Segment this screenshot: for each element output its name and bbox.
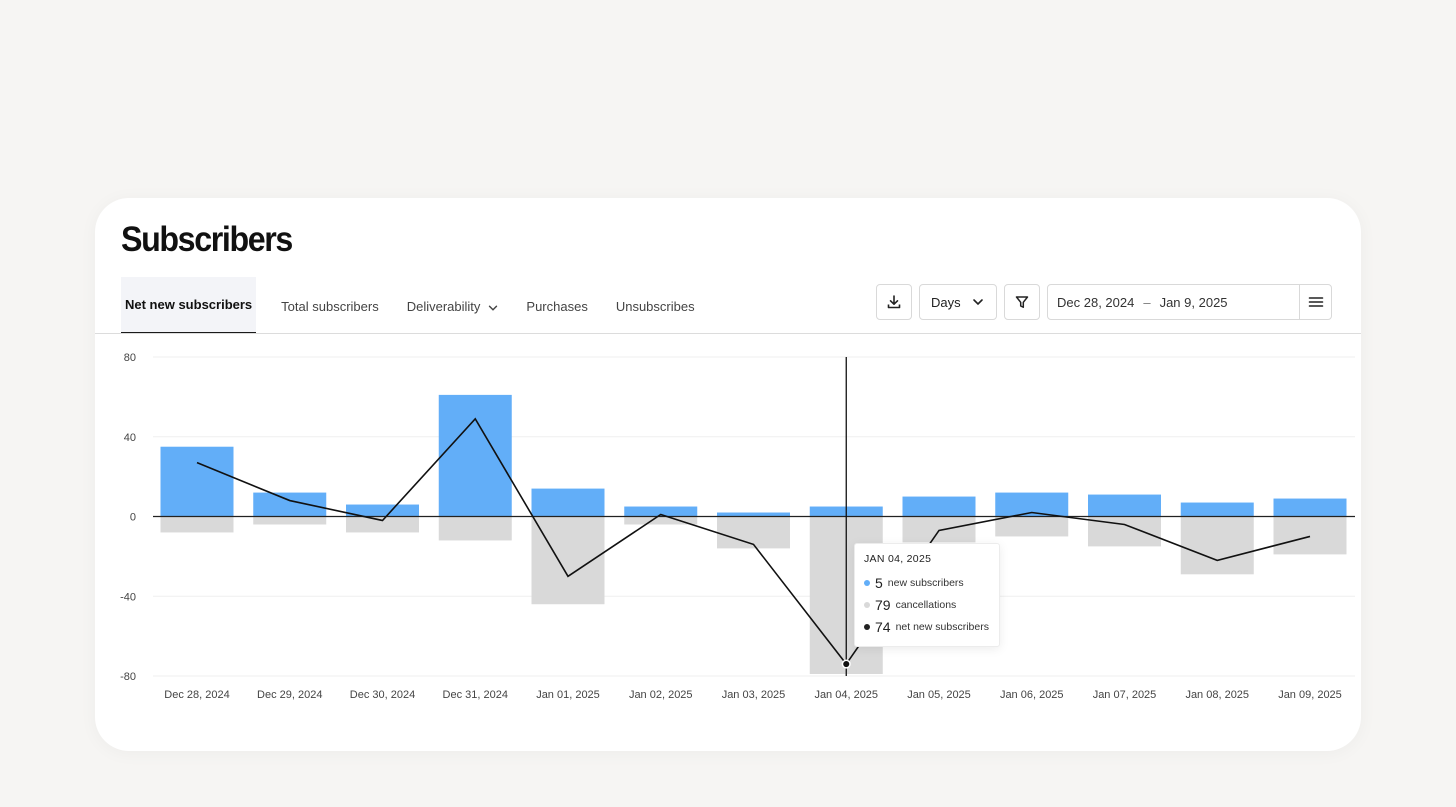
bar-new-subscribers <box>531 488 605 517</box>
bar-cancellations <box>253 516 327 525</box>
tooltip-row-new: 5 new subscribers <box>864 572 990 594</box>
x-tick-label: Dec 29, 2024 <box>257 689 322 701</box>
tooltip-date: JAN 04, 2025 <box>864 553 932 565</box>
tooltip-row-net: 74 net new subscribers <box>864 616 990 638</box>
subscribers-card: Subscribers Net new subscribers Total su… <box>95 198 1361 751</box>
bar-cancellations <box>1273 516 1347 555</box>
cancellations-dot <box>864 602 870 608</box>
x-tick-label: Jan 02, 2025 <box>629 689 693 701</box>
x-tick-label: Jan 03, 2025 <box>722 689 786 701</box>
x-tick-label: Jan 07, 2025 <box>1093 689 1157 701</box>
bar-new-subscribers <box>160 446 234 517</box>
x-tick-label: Dec 30, 2024 <box>350 689 415 701</box>
subscribers-chart: 80 40 0 -40 -80 Dec 28, 2024 Dec 29, 2024 Dec 3… <box>120 352 1355 701</box>
highlight-point <box>841 659 851 669</box>
tooltip-cancel-value: 79 <box>875 597 891 613</box>
x-tick-label: Jan 09, 2025 <box>1278 689 1342 701</box>
tooltip-net-value: 74 <box>875 619 891 635</box>
y-tick-label: -40 <box>120 591 136 603</box>
bar-cancellations <box>160 516 234 533</box>
new-subscribers-dot <box>864 580 870 586</box>
bar-cancellations <box>995 516 1069 537</box>
bar-new-subscribers <box>438 394 512 517</box>
bar-new-subscribers <box>253 492 327 517</box>
tooltip-new-label: new subscribers <box>887 577 964 589</box>
y-tick-label: 40 <box>124 432 136 444</box>
bar-new-subscribers <box>1180 502 1254 517</box>
x-tick-label: Jan 08, 2025 <box>1185 689 1249 701</box>
bar-cancellations <box>438 516 512 541</box>
bar-new-subscribers <box>902 496 976 517</box>
bar-cancellations <box>531 516 605 605</box>
tooltip-new-value: 5 <box>875 575 883 591</box>
tooltip-net-label: net new subscribers <box>895 621 989 633</box>
bar-cancellations <box>346 516 419 533</box>
bar-new-subscribers <box>1088 494 1161 517</box>
tooltip-row-cancel: 79 cancellations <box>864 594 990 616</box>
y-tick-label: 0 <box>130 512 136 524</box>
x-tick-label: Jan 05, 2025 <box>907 689 971 701</box>
tooltip-cancel-label: cancellations <box>895 599 957 611</box>
x-tick-label: Jan 01, 2025 <box>536 689 600 701</box>
chart-tooltip: JAN 04, 2025 5 new subscribers 79 cancel… <box>854 543 1000 647</box>
x-tick-label: Jan 06, 2025 <box>1000 689 1064 701</box>
bar-new-subscribers <box>1273 498 1347 517</box>
net-new-dot <box>864 624 870 630</box>
bar-cancellations <box>902 516 976 543</box>
x-tick-label: Dec 31, 2024 <box>443 689 508 701</box>
y-tick-label: -80 <box>120 671 136 683</box>
y-tick-label: 80 <box>124 352 136 364</box>
bar-cancellations <box>1180 516 1254 575</box>
x-tick-label: Jan 04, 2025 <box>814 689 878 701</box>
x-tick-label: Dec 28, 2024 <box>164 689 229 701</box>
